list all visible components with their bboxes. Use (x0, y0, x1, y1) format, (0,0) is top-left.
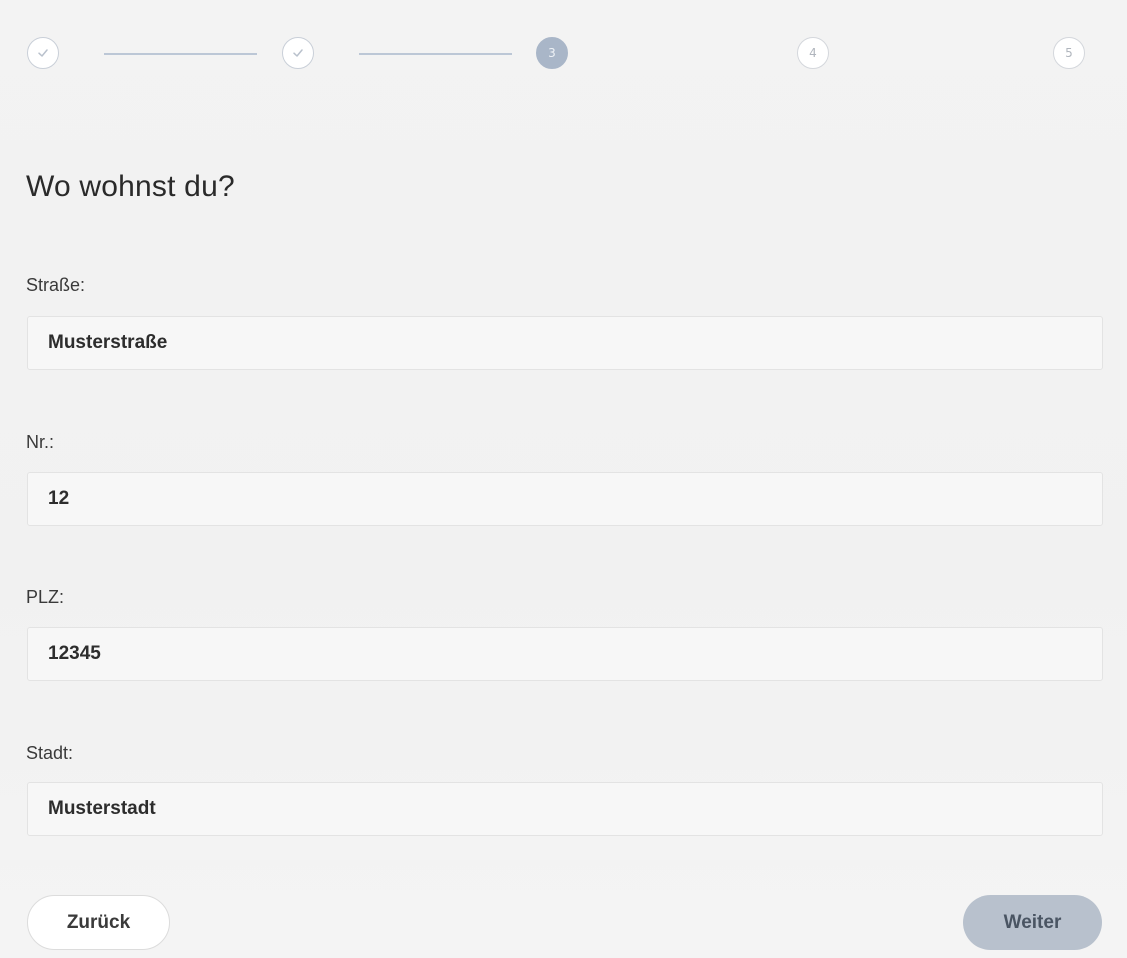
step-2-completed[interactable] (282, 37, 314, 69)
check-icon (38, 49, 48, 57)
house-number-input[interactable] (28, 473, 1102, 525)
progress-stepper: 3 4 5 (27, 37, 1089, 73)
next-button[interactable]: Weiter (963, 895, 1102, 950)
house-number-label: Nr.: (26, 432, 55, 452)
city-label: Stadt: (26, 743, 74, 763)
street-field-wrapper (27, 316, 1103, 370)
zip-label: PLZ: (26, 587, 65, 607)
step-number: 3 (548, 46, 556, 60)
house-number-field-wrapper (27, 472, 1103, 526)
step-number: 5 (1065, 46, 1073, 60)
page-title: Wo wohnst du? (26, 170, 235, 203)
step-5: 5 (1053, 37, 1085, 69)
back-button[interactable]: Zurück (27, 895, 170, 950)
city-input[interactable] (28, 783, 1102, 835)
step-connector (359, 53, 512, 55)
step-3-current: 3 (536, 37, 568, 69)
zip-field-wrapper (27, 627, 1103, 681)
address-form-page: 3 4 5 Wo wohnst du? Straße: Nr.: PLZ: St… (0, 0, 1127, 958)
step-number: 4 (809, 46, 817, 60)
city-field-wrapper (27, 782, 1103, 836)
step-connector (104, 53, 257, 55)
check-icon (293, 49, 303, 57)
zip-input[interactable] (28, 628, 1102, 680)
step-1-completed[interactable] (27, 37, 59, 69)
step-4: 4 (797, 37, 829, 69)
street-input[interactable] (28, 317, 1102, 369)
street-label: Straße: (26, 275, 86, 295)
